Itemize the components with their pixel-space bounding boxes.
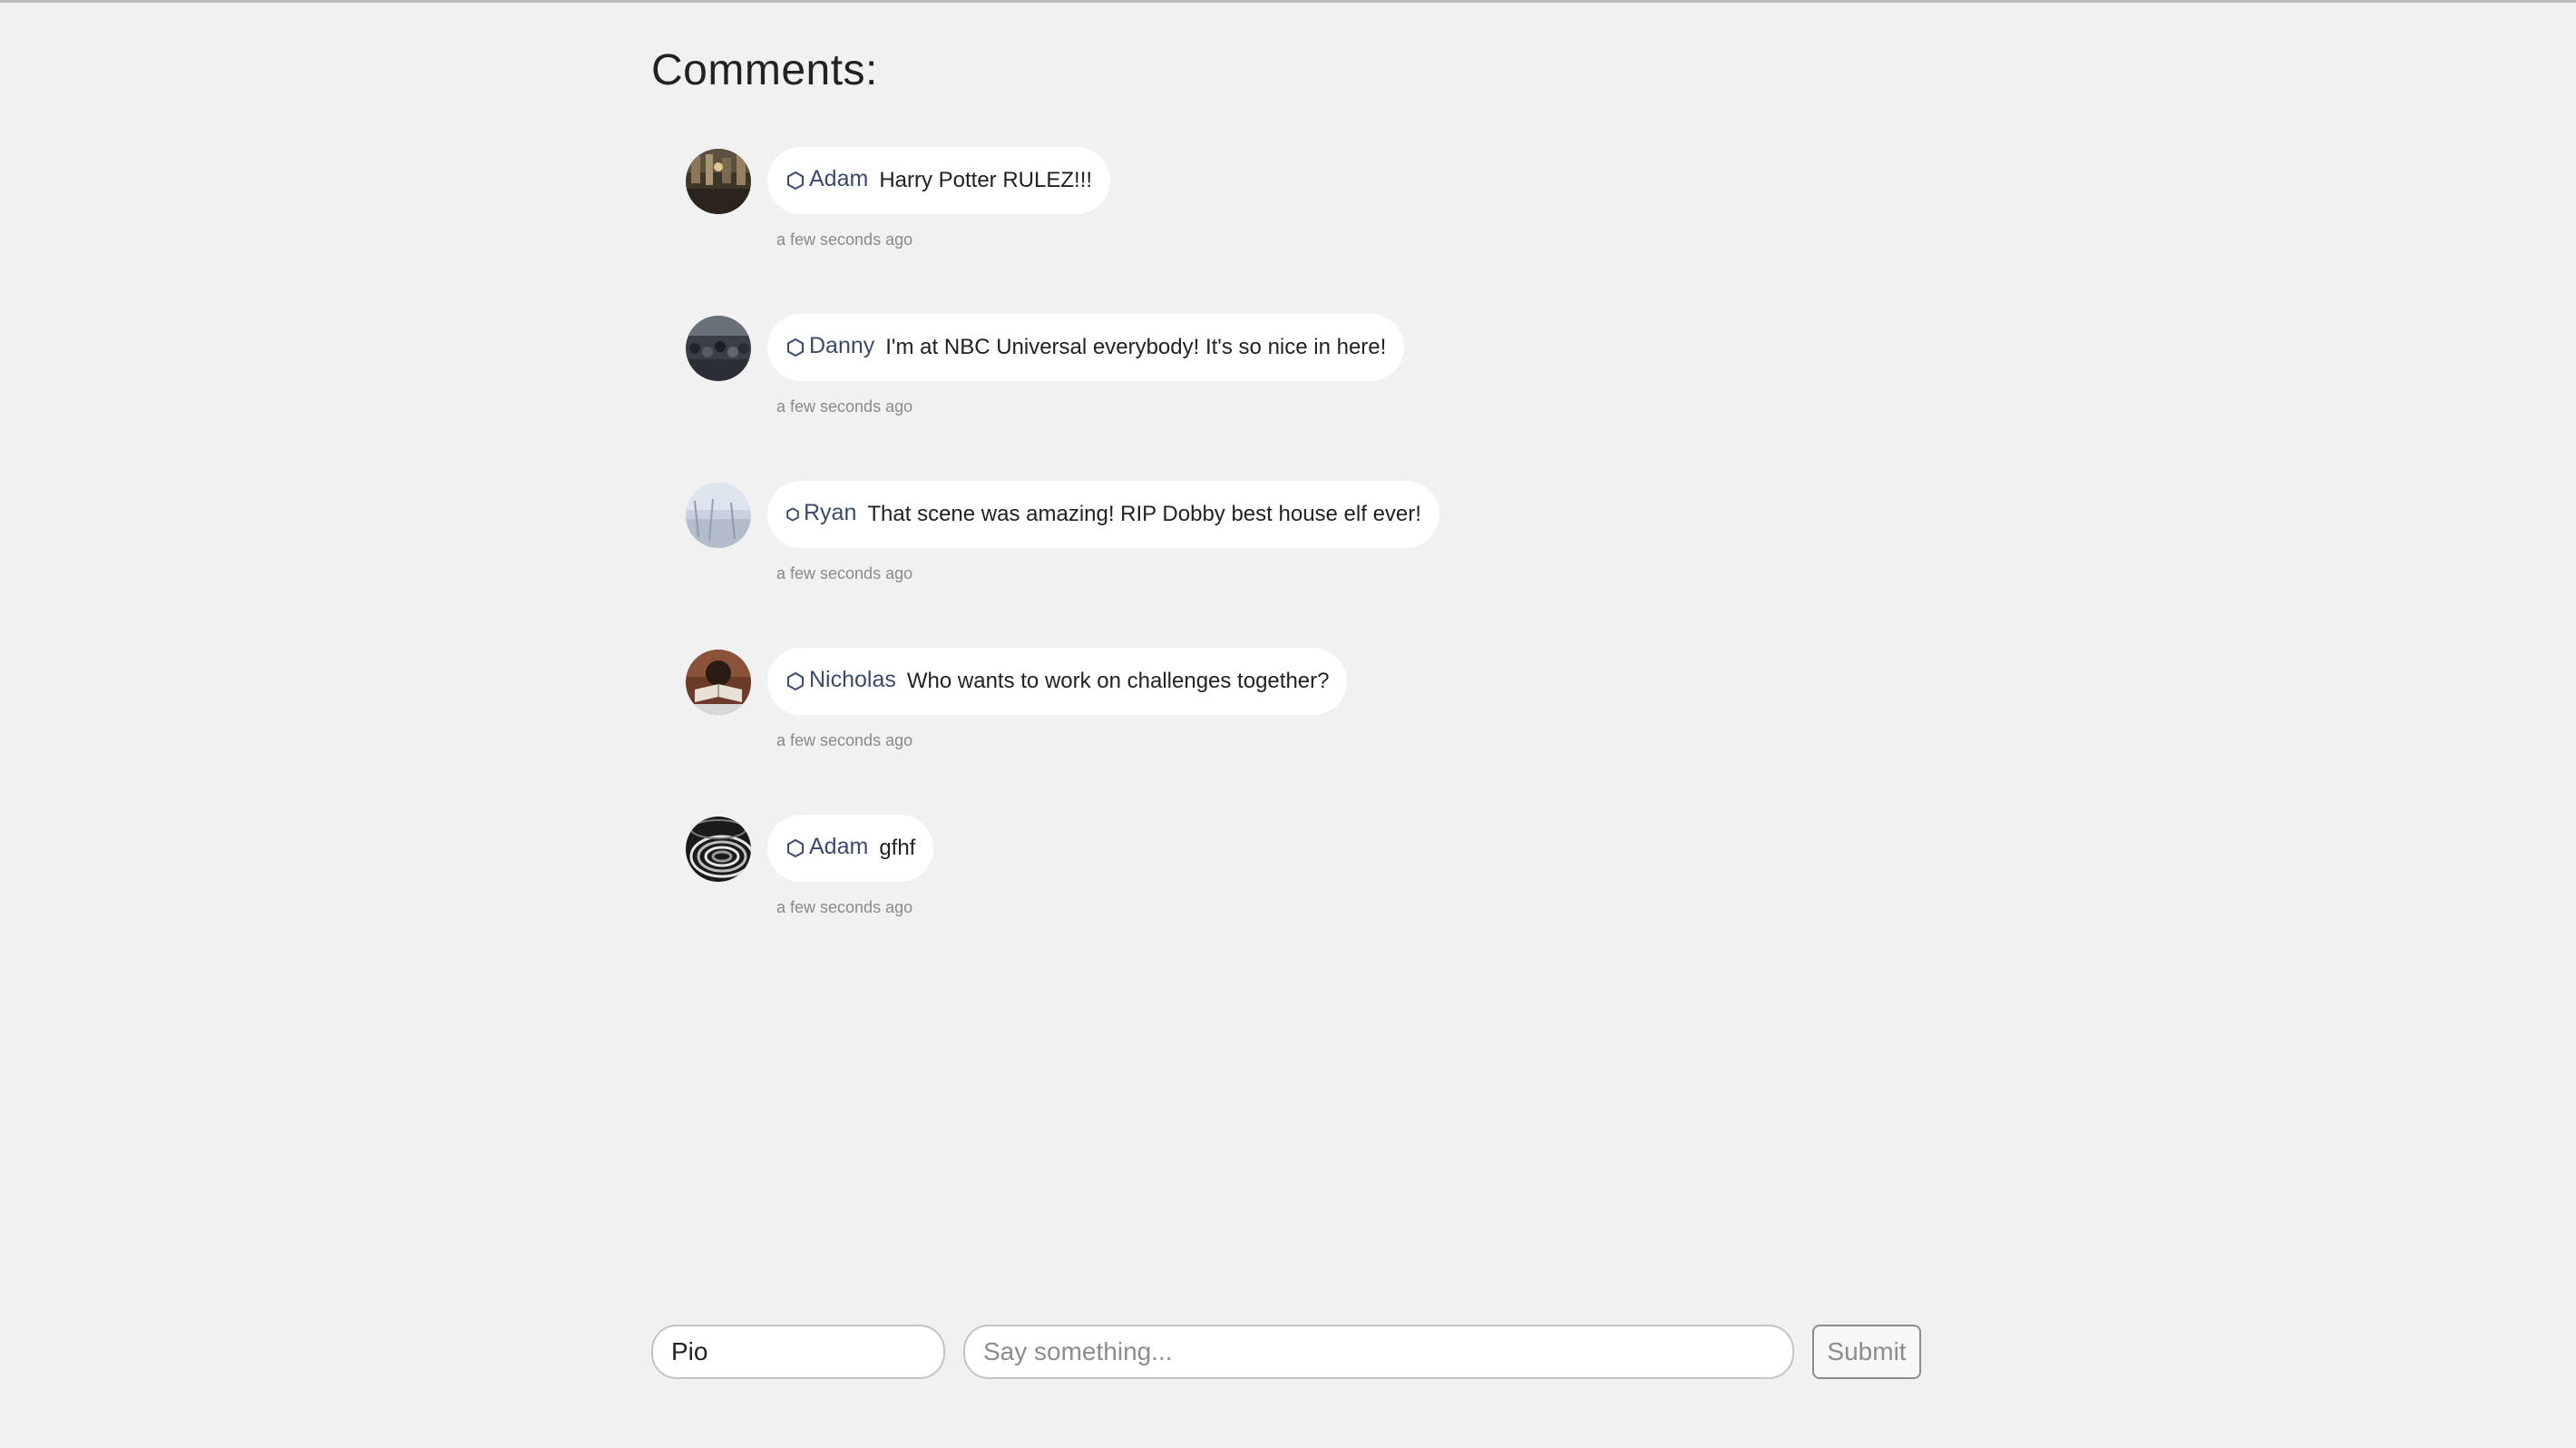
comment-text: Who wants to work on challenges together…	[906, 669, 1330, 693]
avatar[interactable]	[686, 483, 751, 548]
hexagon-icon	[785, 338, 805, 357]
avatar[interactable]	[686, 817, 751, 882]
comment-text: That scene was amazing! RIP Dobby best h…	[867, 502, 1421, 526]
hexagon-icon	[785, 671, 805, 691]
comment-timestamp: a few seconds ago	[776, 731, 913, 749]
comment-timestamp: a few seconds ago	[776, 564, 913, 582]
comment-text: Harry Potter RULEZ!!!	[879, 168, 1093, 192]
comment-bubble: Adam Harry Potter RULEZ!!!	[767, 147, 1111, 214]
comment-timestamp: a few seconds ago	[776, 397, 913, 416]
comment-text: I'm at NBC Universal everybody! It's so …	[885, 335, 1387, 359]
comment-timestamp: a few seconds ago	[776, 230, 913, 249]
name-input[interactable]	[651, 1325, 945, 1379]
comment-author[interactable]: Adam	[809, 166, 868, 192]
comments-page: Comments: Adam Harry Potter RULEZ!!! a f…	[651, 0, 1921, 1448]
avatar[interactable]	[686, 316, 751, 381]
hexagon-icon	[785, 507, 800, 522]
comment-bubble: Nicholas Who wants to work on challenges…	[767, 648, 1348, 715]
comment-author[interactable]: Nicholas	[809, 667, 896, 693]
spiral-pattern-photo	[686, 817, 751, 882]
snow-field-photo	[686, 483, 751, 548]
comments-heading: Comments:	[651, 46, 878, 94]
crowd-photo	[686, 316, 751, 381]
comment-author[interactable]: Ryan	[804, 500, 856, 526]
avatar[interactable]	[686, 149, 751, 214]
library-photo	[686, 149, 751, 214]
hexagon-icon	[785, 171, 805, 191]
comment-bubble: Adam gfhf	[767, 815, 934, 882]
comment-text: gfhf	[879, 836, 916, 860]
hexagon-icon	[785, 838, 805, 858]
comment-author[interactable]: Danny	[809, 333, 874, 359]
comment-input[interactable]	[963, 1325, 1794, 1379]
submit-button[interactable]: Submit	[1812, 1325, 1921, 1379]
avatar[interactable]	[686, 650, 751, 715]
book-reader-photo	[686, 650, 751, 715]
comment-author[interactable]: Adam	[809, 834, 868, 860]
comment-bubble: Ryan That scene was amazing! RIP Dobby b…	[767, 481, 1439, 548]
comment-bubble: Danny I'm at NBC Universal everybody! It…	[767, 314, 1405, 381]
comment-timestamp: a few seconds ago	[776, 898, 913, 916]
comment-form: Submit	[651, 1325, 1921, 1379]
